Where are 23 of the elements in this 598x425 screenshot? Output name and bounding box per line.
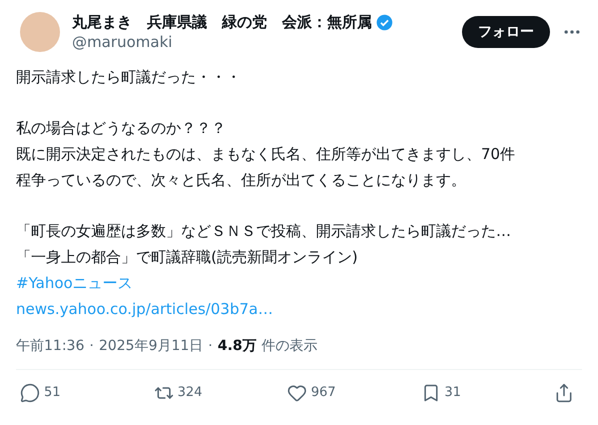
reply-button[interactable]: 51	[20, 382, 110, 402]
post-text-line: 「町長の女遍歴は多数」などＳＮＳで投稿、開示請求したら町議だった…	[16, 221, 511, 242]
post-text-line: 既に開示決定されたものは、まもなく氏名、住所等が出てきますし、70件	[16, 144, 516, 165]
post-text-line: 開示請求したら町議だった・・・	[16, 67, 241, 88]
post-text-line: 「一身上の都合」で町議辞職(読売新聞オンライン)	[16, 247, 358, 268]
speech-bubble-icon	[20, 382, 40, 402]
follow-button[interactable]: フォロー	[462, 16, 550, 48]
separator-dot: ·	[89, 337, 94, 356]
author-name[interactable]: 丸尾まき 兵庫県議 緑の党 会派：無所属	[72, 12, 372, 32]
bookmark-button[interactable]: 31	[420, 382, 510, 402]
repost-button[interactable]: 324	[154, 382, 244, 402]
post-date[interactable]: 2025年9月11日	[98, 336, 204, 357]
share-icon	[554, 382, 574, 402]
view-count: 4.8万	[218, 337, 256, 356]
author-handle[interactable]: @maruomaki	[72, 32, 393, 52]
share-button[interactable]	[554, 382, 574, 402]
separator-dot: ·	[208, 337, 213, 356]
like-button[interactable]: 967	[287, 382, 377, 402]
post-text-line: 私の場合はどうなるのか？？？	[16, 118, 226, 139]
heart-icon	[287, 382, 307, 402]
post-time[interactable]: 午前11:36	[16, 336, 84, 357]
post-text-line: 程争っているので、次々と氏名、住所が出てくることになります。	[16, 170, 466, 191]
views-label: 件の表示	[261, 337, 318, 356]
